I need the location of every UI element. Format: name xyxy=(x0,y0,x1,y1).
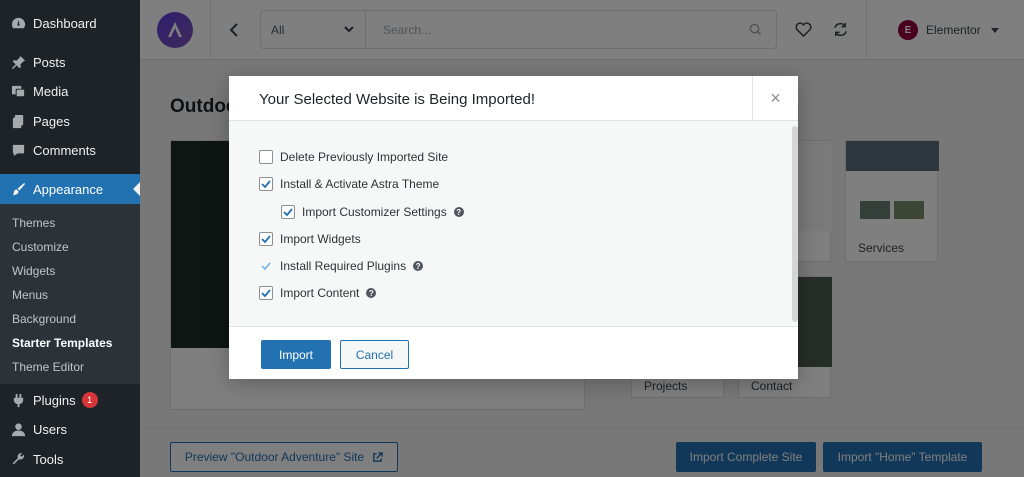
sidebar-item-media[interactable]: Media xyxy=(0,76,140,106)
submenu-item-themes[interactable]: Themes xyxy=(12,216,55,230)
checkbox-checked[interactable] xyxy=(259,177,273,191)
sidebar-item-users[interactable]: Users xyxy=(0,414,140,444)
sidebar-item-dashboard[interactable]: Dashboard xyxy=(0,8,140,38)
option-label: Import Widgets xyxy=(280,232,361,246)
sidebar-item-tools[interactable]: Tools xyxy=(0,444,140,474)
option-import-content[interactable]: Import Content ? xyxy=(259,286,377,300)
sidebar-item-pages[interactable]: Pages xyxy=(0,106,140,136)
brush-icon xyxy=(10,181,26,197)
wrench-icon xyxy=(10,451,26,467)
sidebar-item-label: Posts xyxy=(33,54,66,70)
option-delete-previous-site[interactable]: Delete Previously Imported Site xyxy=(259,150,448,164)
check-icon xyxy=(261,289,271,298)
option-label: Import Customizer Settings xyxy=(302,205,447,219)
user-icon xyxy=(10,421,26,437)
sidebar-item-label: Plugins xyxy=(33,392,76,408)
check-icon xyxy=(261,262,271,271)
checkbox-checked[interactable] xyxy=(259,232,273,246)
sidebar-item-label: Pages xyxy=(33,113,70,129)
check-icon xyxy=(261,235,271,244)
plugin-icon xyxy=(10,392,26,408)
scrollbar[interactable] xyxy=(792,126,798,322)
import-modal: Your Selected Website is Being Imported!… xyxy=(229,76,798,379)
close-icon: × xyxy=(770,88,781,108)
dashboard-icon xyxy=(10,15,26,31)
submenu-item-customize[interactable]: Customize xyxy=(12,240,69,254)
pin-icon xyxy=(10,54,26,70)
sidebar-item-appearance[interactable]: Appearance xyxy=(0,174,140,204)
sidebar-item-plugins[interactable]: Plugins 1 xyxy=(0,385,140,415)
update-count-badge: 1 xyxy=(81,392,98,408)
import-options: Delete Previously Imported Site Install … xyxy=(229,121,798,326)
media-icon xyxy=(10,83,26,99)
option-label: Import Content xyxy=(280,286,360,300)
help-icon[interactable]: ? xyxy=(366,288,377,298)
option-install-astra-theme[interactable]: Install & Activate Astra Theme xyxy=(259,177,439,191)
sidebar-item-label: Tools xyxy=(33,451,64,467)
import-button[interactable]: Import xyxy=(261,340,331,369)
checkbox-checked[interactable] xyxy=(259,286,273,300)
submenu-item-widgets[interactable]: Widgets xyxy=(12,264,55,278)
active-indicator xyxy=(133,182,140,196)
submenu-item-starter-templates[interactable]: Starter Templates xyxy=(12,336,112,350)
modal-footer: Import Cancel xyxy=(229,326,798,379)
submenu-item-background[interactable]: Background xyxy=(12,312,76,326)
pages-icon xyxy=(10,113,26,129)
help-icon[interactable]: ? xyxy=(413,261,424,271)
option-import-widgets[interactable]: Import Widgets xyxy=(259,232,361,246)
sidebar-item-label: Dashboard xyxy=(33,15,97,31)
sidebar-item-comments[interactable]: Comments xyxy=(0,135,140,165)
option-label: Install & Activate Astra Theme xyxy=(280,177,440,191)
modal-header: Your Selected Website is Being Imported!… xyxy=(229,76,798,121)
check-icon xyxy=(261,180,271,189)
option-label: Install Required Plugins xyxy=(280,259,407,273)
close-button[interactable]: × xyxy=(752,76,798,121)
option-install-required-plugins: Install Required Plugins ? xyxy=(259,259,424,273)
option-label: Delete Previously Imported Site xyxy=(280,150,449,164)
sidebar-item-posts[interactable]: Posts xyxy=(0,47,140,77)
check-mark xyxy=(259,259,273,273)
checkbox[interactable] xyxy=(259,150,273,164)
help-icon[interactable]: ? xyxy=(453,207,464,217)
admin-sidebar: Dashboard Posts Media Pages Comments App… xyxy=(0,0,140,477)
submenu-item-menus[interactable]: Menus xyxy=(12,288,48,302)
sidebar-item-label: Users xyxy=(33,421,67,437)
modal-title: Your Selected Website is Being Imported! xyxy=(259,91,535,108)
cancel-button[interactable]: Cancel xyxy=(340,340,409,369)
check-icon xyxy=(283,208,293,217)
sidebar-item-label: Comments xyxy=(33,142,96,158)
sidebar-item-label: Media xyxy=(33,83,69,99)
comment-icon xyxy=(10,142,26,158)
sidebar-item-label: Appearance xyxy=(33,181,104,197)
appearance-submenu: Themes Customize Widgets Menus Backgroun… xyxy=(0,204,140,384)
submenu-item-theme-editor[interactable]: Theme Editor xyxy=(12,360,84,374)
option-import-customizer-settings[interactable]: Import Customizer Settings ? xyxy=(281,205,464,219)
checkbox-checked[interactable] xyxy=(281,205,295,219)
